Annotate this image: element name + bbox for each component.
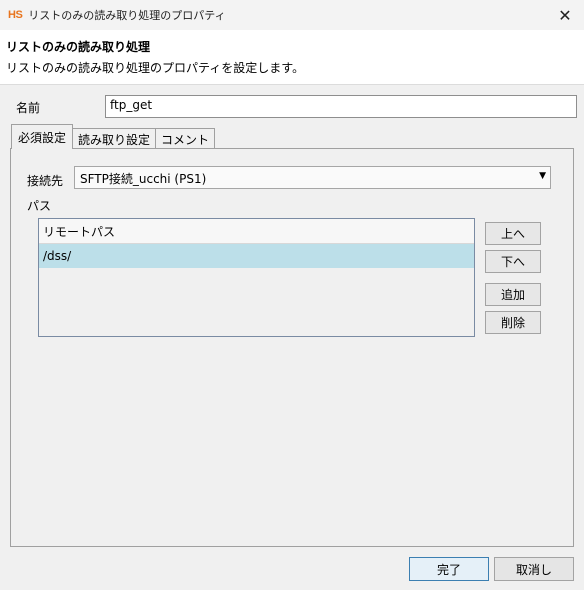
path-value: /dss/ bbox=[43, 249, 72, 263]
destination-value: SFTP接続_ucchi (PS1) bbox=[80, 172, 207, 186]
window-title: リストのみの読み取り処理のプロパティ bbox=[28, 9, 226, 22]
title-bar: HS リストのみの読み取り処理のプロパティ ✕ bbox=[0, 0, 584, 30]
destination-label: 接続先 bbox=[27, 174, 64, 188]
move-down-button[interactable]: 下へ bbox=[485, 250, 541, 273]
destination-select[interactable]: SFTP接続_ucchi (PS1) ▼ bbox=[74, 166, 551, 189]
close-icon: ✕ bbox=[558, 5, 572, 25]
move-up-button[interactable]: 上へ bbox=[485, 222, 541, 245]
cancel-button[interactable]: 取消し bbox=[494, 557, 574, 581]
path-list[interactable]: リモートパス /dss/ bbox=[38, 218, 475, 337]
app-logo-icon: HS bbox=[8, 9, 23, 21]
remote-path-header: リモートパス bbox=[43, 224, 116, 239]
dialog-header: リストのみの読み取り処理 リストのみの読み取り処理のプロパティを設定します。 bbox=[0, 30, 584, 85]
add-button[interactable]: 追加 bbox=[485, 283, 541, 306]
tab-panel bbox=[10, 148, 574, 547]
header-description: リストのみの読み取り処理のプロパティを設定します。 bbox=[6, 61, 305, 75]
tab-read-settings[interactable]: 読み取り設定 bbox=[72, 128, 157, 149]
list-item[interactable]: /dss/ bbox=[39, 244, 474, 268]
finish-button[interactable]: 完了 bbox=[409, 557, 489, 581]
tab-required-settings[interactable]: 必須設定 bbox=[11, 124, 74, 149]
name-input[interactable]: ftp_get bbox=[105, 95, 577, 118]
list-column-header: リモートパス bbox=[39, 219, 474, 244]
delete-button[interactable]: 削除 bbox=[485, 311, 541, 334]
close-button[interactable]: ✕ bbox=[554, 4, 576, 26]
path-label: パス bbox=[27, 199, 52, 213]
tab-bar: 必須設定 読み取り設定 コメント bbox=[11, 124, 216, 149]
tab-comment[interactable]: コメント bbox=[155, 128, 216, 149]
dropdown-arrow-icon: ▼ bbox=[539, 171, 546, 181]
header-title: リストのみの読み取り処理 bbox=[6, 40, 151, 54]
name-label: 名前 bbox=[16, 101, 41, 115]
